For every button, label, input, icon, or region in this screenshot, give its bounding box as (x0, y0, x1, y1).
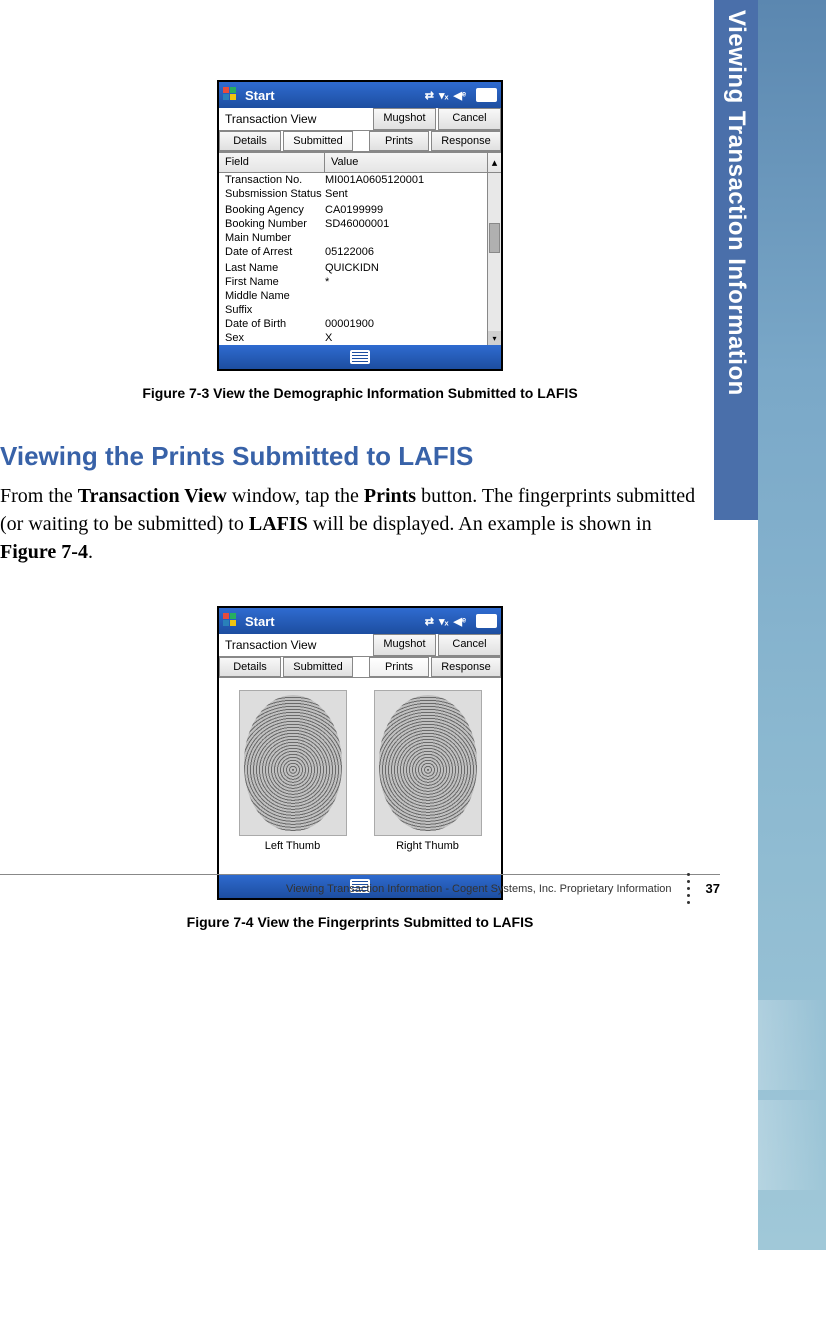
table-row: Booking NumberSD46000001 (219, 217, 487, 231)
bottom-bar (219, 345, 501, 369)
connectivity-icon: ⇄ (425, 89, 434, 102)
signal-icon: ▾ₓ (439, 89, 449, 102)
details-tab[interactable]: Details (219, 657, 281, 677)
chapter-tab: Viewing Transaction Information (714, 0, 758, 520)
footer: Viewing Transaction Information - Cogent… (0, 873, 720, 904)
submitted-tab[interactable]: Submitted (283, 657, 353, 677)
table-row: Subsmission StatusSent (219, 187, 487, 201)
section-heading: Viewing the Prints Submitted to LAFIS (0, 441, 720, 472)
prints-tab[interactable]: Prints (369, 131, 429, 151)
vertical-scrollbar[interactable]: ▾ (487, 173, 501, 345)
table-row: Date of Birth00001900 (219, 317, 487, 331)
table-row: Suffix (219, 303, 487, 317)
ok-button[interactable]: ok (476, 88, 497, 102)
scroll-up-arrow[interactable]: ▴ (487, 153, 501, 172)
table-row: First Name* (219, 275, 487, 289)
table-row: SexX (219, 331, 487, 345)
titlebar-text[interactable]: Start (245, 614, 275, 629)
table-row: Main Number (219, 231, 487, 245)
keyboard-icon[interactable] (350, 350, 370, 364)
figure-7-3-screenshot: Start ⇄ ▾ₓ ◀ᵉ ok Transaction View Mugsho… (217, 80, 503, 371)
column-header-value[interactable]: Value (325, 153, 487, 172)
transaction-view-label: Transaction View (219, 634, 373, 656)
speaker-icon: ◀ᵉ (454, 615, 467, 628)
table-row: Middle Name (219, 289, 487, 303)
page-number: 37 (706, 881, 720, 896)
cancel-button[interactable]: Cancel (438, 108, 501, 130)
left-thumb-print: Left Thumb (239, 690, 347, 852)
details-tab[interactable]: Details (219, 131, 281, 151)
titlebar: Start ⇄ ▾ₓ ◀ᵉ ok (219, 608, 501, 634)
figure-7-4-caption: Figure 7-4 View the Fingerprints Submitt… (0, 914, 720, 930)
ok-button[interactable]: ok (476, 614, 497, 628)
section-paragraph: From the Transaction View window, tap th… (0, 482, 700, 566)
data-table: Transaction No.MI001A0605120001 Subsmiss… (219, 173, 487, 345)
side-decorative-image (758, 0, 826, 1250)
windows-flag-icon (223, 87, 239, 103)
table-row: Last NameQUICKIDN (219, 261, 487, 275)
mugshot-button[interactable]: Mugshot (373, 108, 436, 130)
column-header-field[interactable]: Field (219, 153, 325, 172)
fingerprint-image (239, 690, 347, 836)
left-thumb-label: Left Thumb (239, 840, 347, 852)
right-thumb-print: Right Thumb (374, 690, 482, 852)
right-thumb-label: Right Thumb (374, 840, 482, 852)
status-icons: ⇄ ▾ₓ ◀ᵉ ok (425, 614, 497, 628)
table-row: Booking AgencyCA0199999 (219, 203, 487, 217)
mugshot-button[interactable]: Mugshot (373, 634, 436, 656)
figure-7-3-caption: Figure 7-3 View the Demographic Informat… (0, 385, 720, 401)
titlebar-text[interactable]: Start (245, 88, 275, 103)
titlebar: Start ⇄ ▾ₓ ◀ᵉ ok (219, 82, 501, 108)
connectivity-icon: ⇄ (425, 615, 434, 628)
response-tab[interactable]: Response (431, 131, 501, 151)
speaker-icon: ◀ᵉ (454, 89, 467, 102)
scroll-down-arrow[interactable]: ▾ (488, 331, 501, 345)
figure-7-4-screenshot: Start ⇄ ▾ₓ ◀ᵉ ok Transaction View Mugsho… (217, 606, 503, 900)
transaction-view-label: Transaction View (219, 108, 373, 130)
scrollbar-thumb[interactable] (489, 223, 500, 253)
submitted-tab[interactable]: Submitted (283, 131, 353, 151)
fingerprint-image (374, 690, 482, 836)
cancel-button[interactable]: Cancel (438, 634, 501, 656)
table-row: Transaction No.MI001A0605120001 (219, 173, 487, 187)
windows-flag-icon (223, 613, 239, 629)
footer-dots-icon (682, 873, 696, 904)
signal-icon: ▾ₓ (439, 615, 449, 628)
footer-text: Viewing Transaction Information - Cogent… (286, 883, 672, 895)
page-content: Start ⇄ ▾ₓ ◀ᵉ ok Transaction View Mugsho… (0, 0, 720, 930)
table-row: Date of Arrest05122006 (219, 245, 487, 259)
prints-tab[interactable]: Prints (369, 657, 429, 677)
response-tab[interactable]: Response (431, 657, 501, 677)
status-icons: ⇄ ▾ₓ ◀ᵉ ok (425, 88, 497, 102)
